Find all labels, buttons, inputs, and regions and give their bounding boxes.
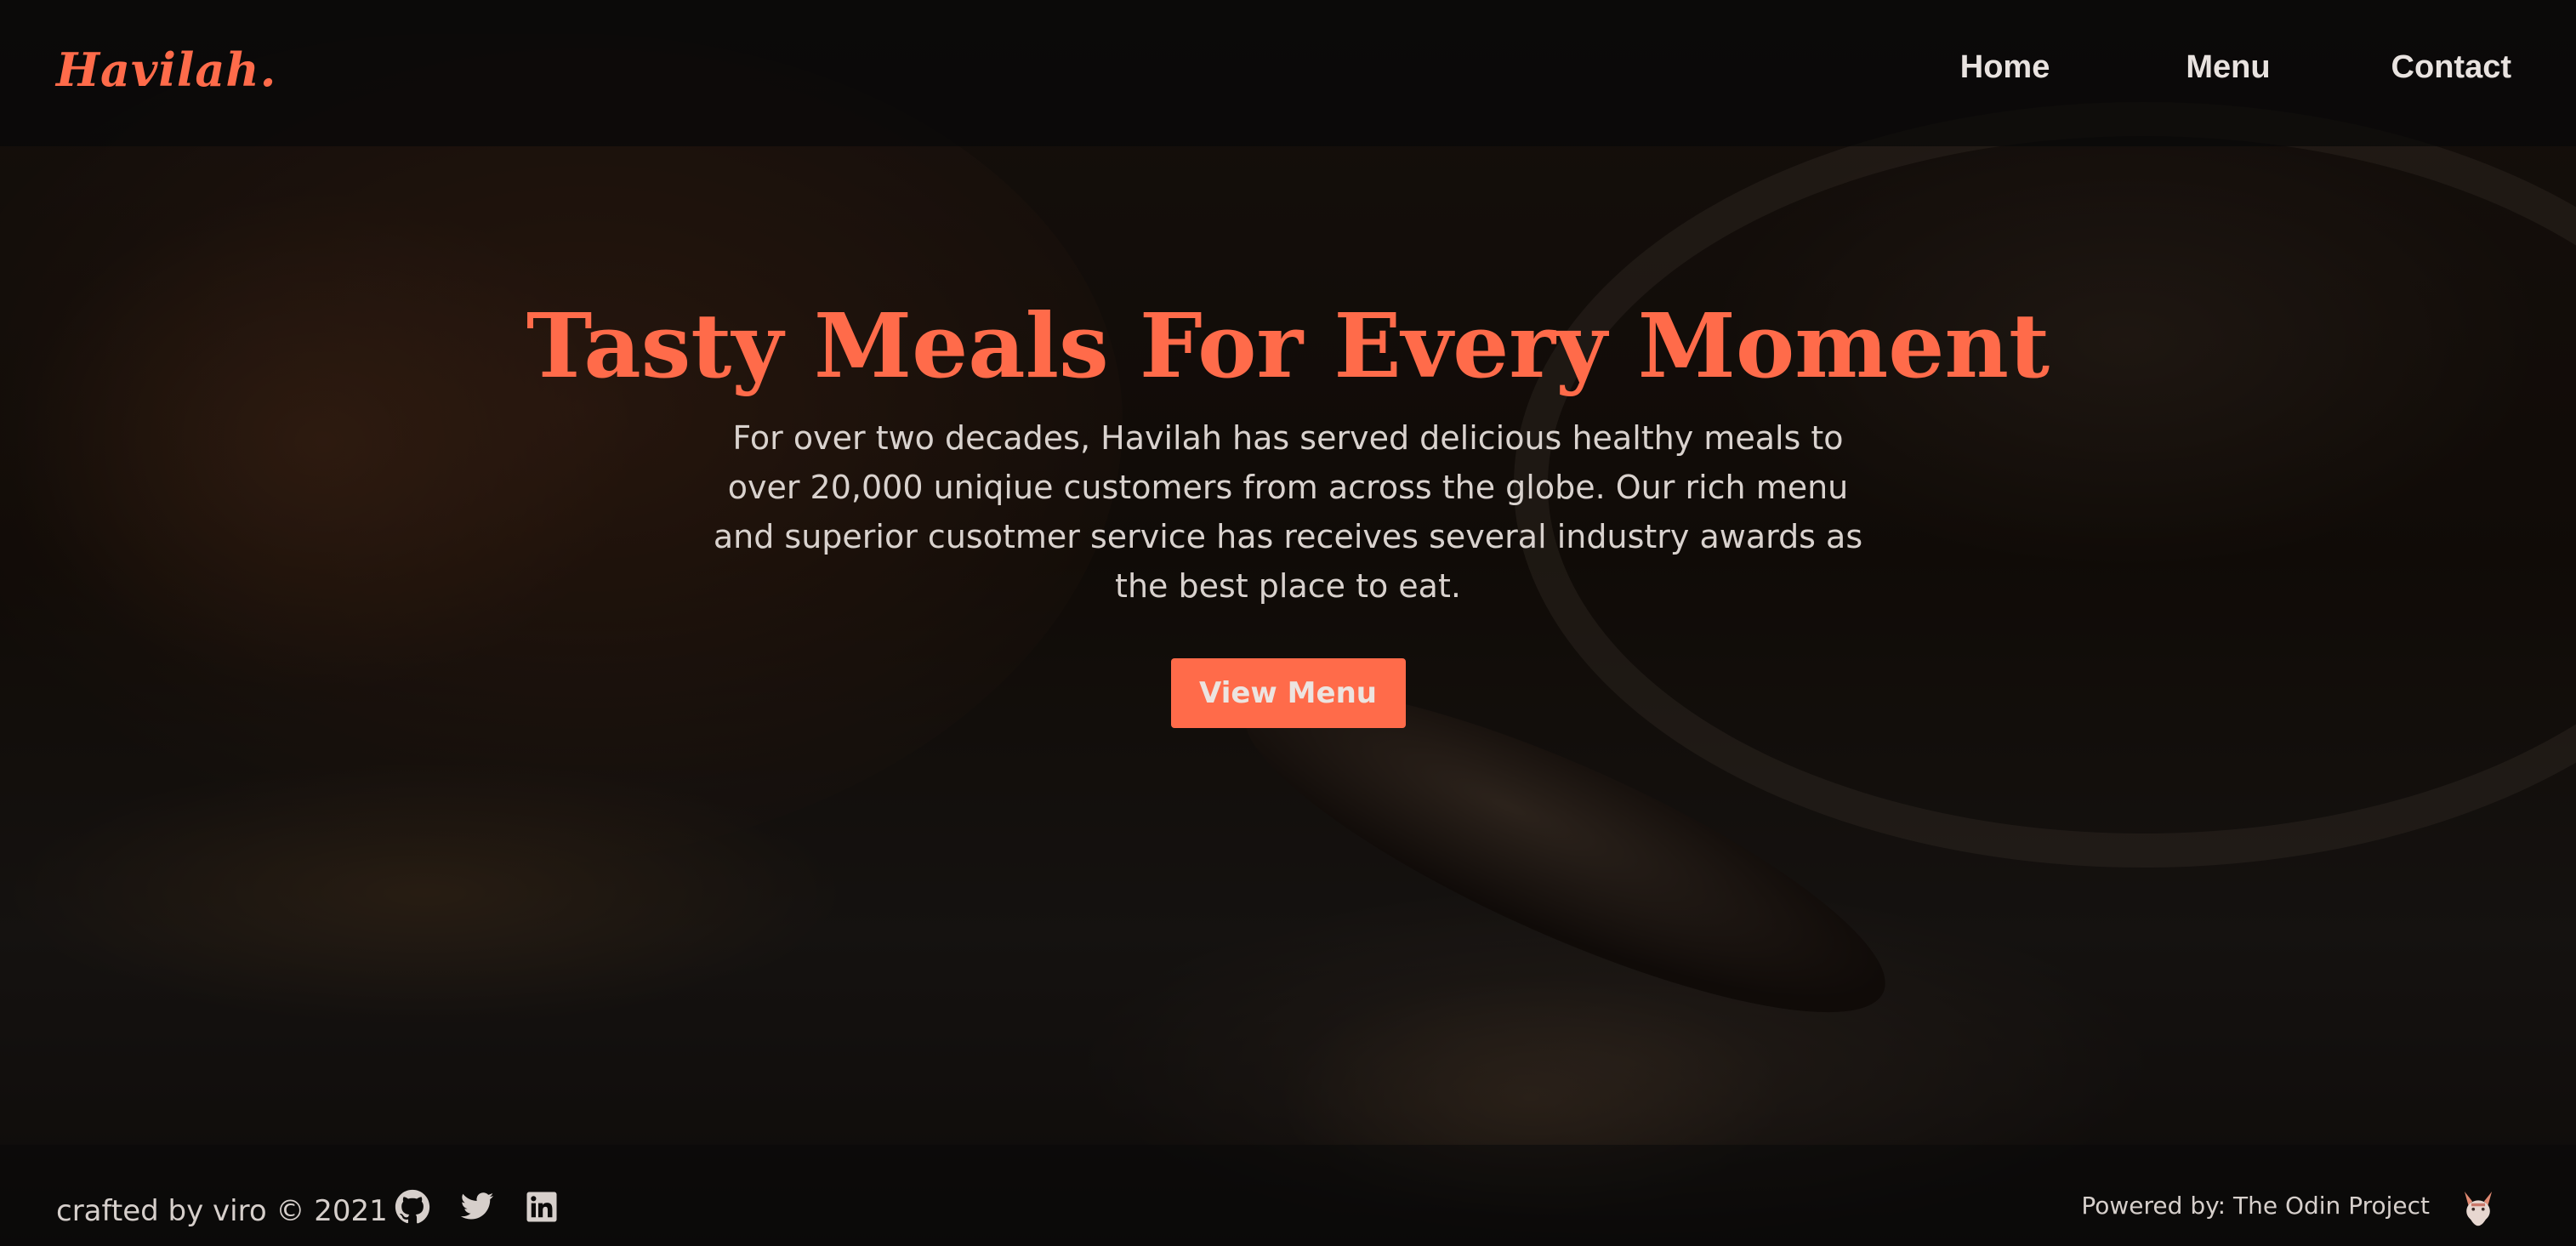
nav-link-contact[interactable]: Contact [2391, 49, 2511, 86]
powered-by-text: Powered by: The Odin Project [2081, 1192, 2430, 1220]
site-logo[interactable]: Havilah. [56, 43, 276, 97]
footer-credit: crafted by viro © 2021 [56, 1194, 388, 1228]
hero-title: Tasty Meals For Every Moment [526, 293, 2050, 398]
nav-link-menu[interactable]: Menu [2186, 49, 2270, 86]
main-nav: Home Menu Contact [1960, 49, 2511, 86]
github-icon[interactable] [395, 1189, 430, 1225]
view-menu-button[interactable]: View Menu [1170, 658, 1406, 729]
site-header: Havilah. Home Menu Contact [0, 0, 2576, 146]
hero-section: Tasty Meals For Every Moment For over tw… [0, 146, 2576, 729]
twitter-icon[interactable] [459, 1189, 495, 1225]
nav-link-home[interactable]: Home [1960, 49, 2050, 86]
hero-description: For over two decades, Havilah has served… [713, 419, 1863, 606]
odin-project-icon[interactable] [2459, 1187, 2498, 1235]
social-links [395, 1189, 560, 1225]
linkedin-icon[interactable] [524, 1189, 560, 1225]
site-footer: crafted by viro © 2021 Powered by: The O… [0, 1145, 2576, 1246]
